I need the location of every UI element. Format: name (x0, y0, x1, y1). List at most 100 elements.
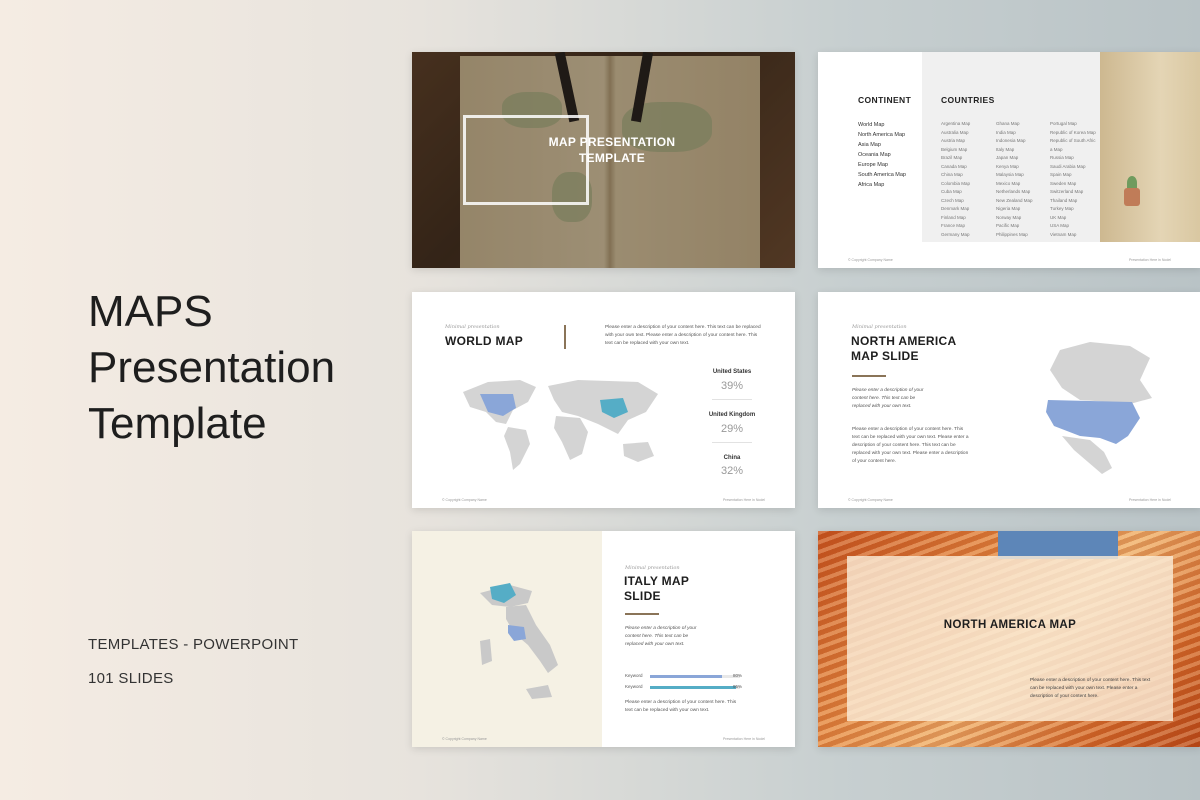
country-item[interactable]: Canada Map (941, 163, 970, 172)
side-photo (1100, 52, 1200, 242)
country-item[interactable]: Republic of South Afric (1050, 137, 1096, 146)
country-item[interactable]: Italy Map (996, 146, 1033, 155)
country-item[interactable]: USA Map (1050, 222, 1096, 231)
slide-world-map: Minimal presentation WORLD MAP Please en… (412, 292, 795, 508)
stat-value: 32% (720, 465, 744, 477)
country-item[interactable]: Turkey Map (1050, 205, 1096, 214)
stat-name: United Kingdom (708, 412, 756, 418)
keyword-label: Keyword (625, 684, 643, 689)
country-item[interactable]: Norway Map (996, 214, 1033, 223)
country-item[interactable]: Malaysia Map (996, 171, 1033, 180)
africa-shape (554, 416, 588, 460)
south-america-shape (504, 427, 530, 470)
keyword-bar-fill (650, 686, 736, 689)
continent-item[interactable]: Oceania Map (858, 150, 906, 160)
country-item[interactable]: Thailand Map (1050, 197, 1096, 206)
mexico-shape (1062, 436, 1112, 474)
slide-footer-left: © Copyright Company Name (848, 498, 893, 502)
country-item[interactable]: New Zealand Map (996, 197, 1033, 206)
slide-footer-right: Presentation Here in Nodel (722, 737, 765, 741)
country-item[interactable]: Cuba Map (941, 188, 970, 197)
country-item[interactable]: China Map (941, 171, 970, 180)
slide-intro: Please enter a description of your conte… (625, 626, 697, 647)
continent-list: World Map North America Map Asia Map Oce… (858, 120, 906, 190)
country-item[interactable]: Portugal Map (1050, 120, 1096, 129)
slide-body: Please enter a description of your conte… (625, 700, 737, 713)
countries-column-1: Argentina Map Australia Map Austria Map … (941, 120, 970, 239)
slide-footer-left: © Copyright Company Name (848, 258, 893, 262)
continent-item[interactable]: World Map (858, 120, 906, 130)
slide-title-line-1: NORTH AMERICA (851, 334, 957, 348)
country-item[interactable]: Saudi Arabia Map (1050, 163, 1096, 172)
stat-value: 29% (720, 423, 744, 435)
country-item[interactable]: UK Map (1050, 214, 1096, 223)
hero-title: MAPS Presentation Template (88, 284, 335, 452)
country-item[interactable]: Japan Map (996, 154, 1033, 163)
country-item[interactable]: Belgium Map (941, 146, 970, 155)
slide-count-label: 101 SLIDES (88, 670, 174, 687)
countries-column-3: Portugal Map Republic of Korea Map Repub… (1050, 120, 1096, 239)
usa-highlight (1046, 400, 1140, 444)
slide-title-line-1: ITALY MAP (624, 574, 690, 588)
continent-item[interactable]: Europe Map (858, 160, 906, 170)
stat-divider (712, 399, 752, 400)
stat-value: 39% (720, 380, 744, 392)
country-item[interactable]: Germany Map (941, 231, 970, 240)
country-item[interactable]: Ghana Map (996, 120, 1033, 129)
continent-item[interactable]: Africa Map (858, 180, 906, 190)
canada-shape (1050, 342, 1152, 404)
countries-column-2: Ghana Map India Map Indonesia Map Italy … (996, 120, 1033, 239)
world-map-graphic (463, 380, 658, 470)
country-item[interactable]: Spain Map (1050, 171, 1096, 180)
slide-kicker: Minimal presentation (852, 324, 907, 330)
country-item[interactable]: Denmark Map (941, 205, 970, 214)
continent-item[interactable]: South America Map (858, 170, 906, 180)
slide-title-line-2: MAP SLIDE (851, 349, 919, 363)
country-item[interactable]: Philippines Map (996, 231, 1033, 240)
country-item[interactable]: Sweden Map (1050, 180, 1096, 189)
country-item[interactable]: Austria Map (941, 137, 970, 146)
slide-title: WORLD MAP (445, 334, 524, 348)
keyword-bar-fill (650, 675, 722, 678)
country-item[interactable]: Vietnam Map (1050, 231, 1096, 240)
slide-italy-map: Minimal presentation ITALY MAP SLIDE Ple… (412, 531, 795, 747)
country-item[interactable]: Pacific Map (996, 222, 1033, 231)
slide-footer-left: © Copyright Company Name (442, 737, 487, 741)
sicily-shape (526, 685, 552, 699)
pot-decor (1124, 188, 1140, 206)
country-item[interactable]: Indonesia Map (996, 137, 1033, 146)
slide-footer-right: Presentation Here in Nodel (722, 498, 765, 502)
country-item[interactable]: Nigeria Map (996, 205, 1033, 214)
country-item[interactable]: Kenya Map (996, 163, 1033, 172)
country-item[interactable]: India Map (996, 129, 1033, 138)
cover-title: MAP PRESENTATION TEMPLATE (522, 134, 702, 166)
continent-heading: CONTINENT (858, 95, 912, 105)
continent-item[interactable]: North America Map (858, 130, 906, 140)
category-label: TEMPLATES - POWERPOINT (88, 636, 299, 653)
country-item[interactable]: Czech Map (941, 197, 970, 206)
country-item[interactable]: Brazil Map (941, 154, 970, 163)
hero-title-line-1: MAPS (88, 287, 213, 336)
country-item[interactable]: Mexico Map (996, 180, 1033, 189)
lazio-highlight (508, 625, 526, 641)
country-item[interactable]: Argentina Map (941, 120, 970, 129)
slide-title: NORTH AMERICA MAP (943, 619, 1077, 631)
stat-divider (712, 442, 752, 443)
country-item[interactable]: Netherlands Map (996, 188, 1033, 197)
country-item[interactable]: Finland Map (941, 214, 970, 223)
keyword-percent: 80% (733, 673, 743, 678)
country-item[interactable]: a Map (1050, 146, 1096, 155)
country-item[interactable]: Switzerland Map (1050, 188, 1096, 197)
hero-title-line-2: Presentation (88, 343, 336, 392)
slide-title: NORTH AMERICA MAP SLIDE (851, 334, 956, 364)
slide-body: Please enter a description of your conte… (852, 427, 969, 464)
continent-item[interactable]: Asia Map (858, 140, 906, 150)
slide-title: ITALY MAP SLIDE (624, 574, 689, 604)
slide-title-line-2: SLIDE (624, 589, 661, 603)
country-item[interactable]: Australia Map (941, 129, 970, 138)
country-item[interactable]: Russia Map (1050, 154, 1096, 163)
slide-intro: Please enter a description of your conte… (852, 388, 924, 409)
country-item[interactable]: Republic of Korea Map (1050, 129, 1096, 138)
country-item[interactable]: France Map (941, 222, 970, 231)
country-item[interactable]: Colombia Map (941, 180, 970, 189)
